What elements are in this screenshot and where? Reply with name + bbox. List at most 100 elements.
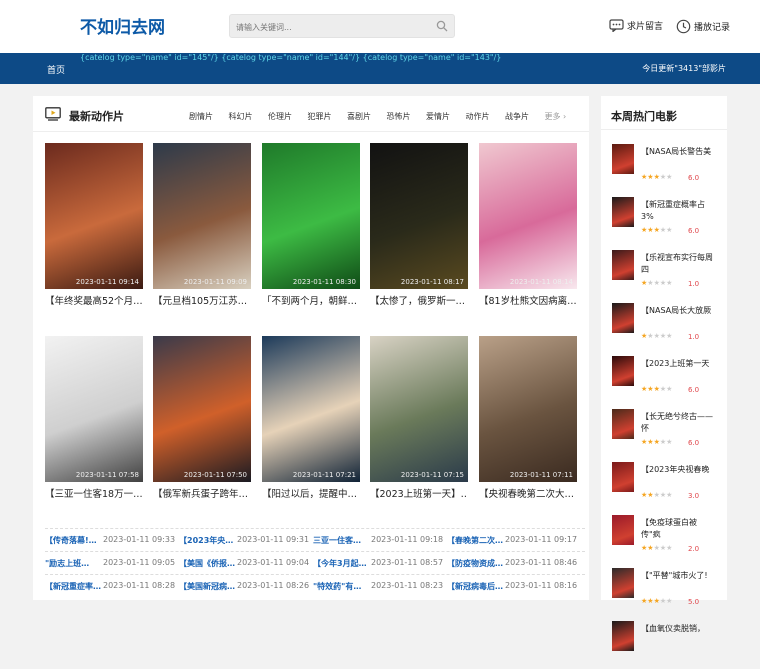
category-tab[interactable]: 犯罪片 — [308, 111, 348, 122]
movie-poster[interactable] — [612, 250, 634, 280]
movie-title[interactable]: 【免疫球蛋白被传"疯 — [641, 517, 715, 541]
video-card[interactable]: 2023-01-11 07:58 【三亚一住客18万一… — [45, 336, 143, 500]
news-title[interactable]: "特效药"有… — [313, 581, 369, 592]
news-title[interactable]: 【春晚第二次… — [447, 535, 503, 546]
video-thumbnail[interactable]: 2023-01-11 07:15 — [370, 336, 468, 482]
search-input[interactable] — [230, 16, 420, 39]
news-item[interactable]: 【新冠病毒后… 2023-01-11 08:16 — [447, 581, 577, 592]
video-card[interactable]: 2023-01-11 08:30 「不到两个月，朝鲜… — [262, 143, 360, 307]
hot-movie-item[interactable]: 【NASA局长大放厥 ★★★★★ 1.0 — [612, 303, 724, 351]
video-title[interactable]: 「不到两个月，朝鲜… — [262, 293, 360, 307]
video-title[interactable]: 【2023上班第一天】… — [370, 486, 468, 500]
video-card[interactable]: 2023-01-11 07:11 【央视春晚第二次大… — [479, 336, 577, 500]
history-link[interactable]: 播放记录 — [676, 19, 730, 34]
movie-poster[interactable] — [612, 462, 634, 492]
category-tab[interactable]: 剧情片 — [189, 111, 229, 122]
news-item[interactable]: 【美国《侨报… 2023-01-11 09:04 — [179, 558, 309, 569]
movie-poster[interactable] — [612, 356, 634, 386]
video-title[interactable]: 【元旦档105万江苏… — [153, 293, 251, 307]
video-title[interactable]: 【阳过以后，提醒中… — [262, 486, 360, 500]
news-title[interactable]: 【今年3月起… — [313, 558, 369, 569]
video-card[interactable]: 2023-01-11 08:17 【太惨了，俄罗斯一… — [370, 143, 468, 307]
category-tab[interactable]: 喜剧片 — [347, 111, 387, 122]
video-thumbnail[interactable]: 2023-01-11 08:30 — [262, 143, 360, 289]
nav-home[interactable]: 首页 — [47, 63, 65, 76]
hot-movie-item[interactable]: 【新冠重症概率占3% ★★★★★ 6.0 — [612, 197, 724, 245]
news-item[interactable]: 【今年3月起… 2023-01-11 08:57 — [313, 558, 443, 569]
news-item[interactable]: 【2023年央… 2023-01-11 09:31 — [179, 535, 309, 546]
news-title[interactable]: 【2023年央… — [179, 535, 235, 546]
hot-movie-item[interactable]: 【"平替"城市火了! ★★★★★ 5.0 — [612, 568, 724, 616]
news-item[interactable]: 【防疫物资成… 2023-01-11 08:46 — [447, 558, 577, 569]
news-item[interactable]: 三亚一住客… 2023-01-11 09:18 — [313, 535, 443, 546]
news-title[interactable]: 【新冠重症率… — [45, 581, 101, 592]
hot-movie-item[interactable]: 【长无绝兮终古——怀 ★★★★★ 6.0 — [612, 409, 724, 457]
video-card[interactable]: 2023-01-11 07:50 【俄军新兵蛋子跨年… — [153, 336, 251, 500]
hot-movie-item[interactable]: 【2023上班第一天 ★★★★★ 6.0 — [612, 356, 724, 404]
video-thumbnail[interactable]: 2023-01-11 07:11 — [479, 336, 577, 482]
video-title[interactable]: 【81岁杜熊文因病离… — [479, 293, 577, 307]
video-card[interactable]: 2023-01-11 08:14 【81岁杜熊文因病离… — [479, 143, 577, 307]
news-item[interactable]: 【春晚第二次… 2023-01-11 09:17 — [447, 535, 577, 546]
search-box[interactable] — [229, 14, 455, 39]
video-thumbnail[interactable]: 2023-01-11 09:09 — [153, 143, 251, 289]
hot-movie-item[interactable]: 【免疫球蛋白被传"疯 ★★★★★ 2.0 — [612, 515, 724, 563]
movie-title[interactable]: 【新冠重症概率占3% — [641, 199, 715, 223]
video-thumbnail[interactable]: 2023-01-11 08:17 — [370, 143, 468, 289]
category-tab[interactable]: 伦理片 — [268, 111, 308, 122]
search-icon[interactable] — [436, 20, 448, 32]
movie-poster[interactable] — [612, 568, 634, 598]
news-title[interactable]: 【美国新冠病… — [179, 581, 235, 592]
video-thumbnail[interactable]: 2023-01-11 07:21 — [262, 336, 360, 482]
video-title[interactable]: 【年终奖最高52个月… — [45, 293, 143, 307]
video-thumbnail[interactable]: 2023-01-11 09:14 — [45, 143, 143, 289]
movie-poster[interactable] — [612, 515, 634, 545]
site-logo[interactable]: 不如归去网 — [80, 13, 165, 38]
movie-title[interactable]: 【2023上班第一天 — [641, 358, 715, 370]
hot-movie-item[interactable]: 【NASA局长警告美 ★★★★★ 6.0 — [612, 144, 724, 192]
movie-title[interactable]: 【血氧仪卖脱销， — [641, 623, 715, 635]
request-link[interactable]: 求片留言 — [609, 19, 663, 32]
more-link[interactable]: 更多 › — [545, 111, 585, 122]
movie-title[interactable]: 【乐视宣布实行每周四 — [641, 252, 715, 276]
news-title[interactable]: 【传奇落幕!… — [45, 535, 101, 546]
news-title[interactable]: 【美国《侨报… — [179, 558, 235, 569]
video-title[interactable]: 【太惨了，俄罗斯一… — [370, 293, 468, 307]
category-tab[interactable]: 恐怖片 — [387, 111, 427, 122]
news-title[interactable]: 三亚一住客… — [313, 535, 369, 546]
news-item[interactable]: "励志上班… 2023-01-11 09:05 — [45, 558, 175, 569]
video-card[interactable]: 2023-01-11 09:09 【元旦档105万江苏… — [153, 143, 251, 307]
movie-title[interactable]: 【2023年央视春晚 — [641, 464, 715, 476]
movie-poster[interactable] — [612, 621, 634, 651]
video-card[interactable]: 2023-01-11 07:21 【阳过以后，提醒中… — [262, 336, 360, 500]
hot-movie-item[interactable]: 【血氧仪卖脱销， — [612, 621, 724, 669]
movie-title[interactable]: 【长无绝兮终古——怀 — [641, 411, 715, 435]
video-title[interactable]: 【俄军新兵蛋子跨年… — [153, 486, 251, 500]
video-thumbnail[interactable]: 2023-01-11 07:58 — [45, 336, 143, 482]
news-item[interactable]: "特效药"有… 2023-01-11 08:23 — [313, 581, 443, 592]
news-title[interactable]: "励志上班… — [45, 558, 101, 569]
movie-title[interactable]: 【NASA局长大放厥 — [641, 305, 715, 317]
movie-title[interactable]: 【NASA局长警告美 — [641, 146, 715, 158]
movie-poster[interactable] — [612, 409, 634, 439]
category-tab[interactable]: 战争片 — [505, 111, 545, 122]
news-title[interactable]: 【防疫物资成… — [447, 558, 503, 569]
hot-movie-item[interactable]: 【2023年央视春晚 ★★★★★ 3.0 — [612, 462, 724, 510]
video-thumbnail[interactable]: 2023-01-11 08:14 — [479, 143, 577, 289]
category-tab[interactable]: 动作片 — [466, 111, 506, 122]
video-card[interactable]: 2023-01-11 09:14 【年终奖最高52个月… — [45, 143, 143, 307]
news-title[interactable]: 【新冠病毒后… — [447, 581, 503, 592]
news-item[interactable]: 【新冠重症率… 2023-01-11 08:28 — [45, 581, 175, 592]
video-title[interactable]: 【三亚一住客18万一… — [45, 486, 143, 500]
movie-poster[interactable] — [612, 197, 634, 227]
video-card[interactable]: 2023-01-11 07:15 【2023上班第一天】… — [370, 336, 468, 500]
news-item[interactable]: 【传奇落幕!… 2023-01-11 09:33 — [45, 535, 175, 546]
movie-poster[interactable] — [612, 303, 634, 333]
hot-movie-item[interactable]: 【乐视宣布实行每周四 ★★★★★ 1.0 — [612, 250, 724, 298]
movie-title[interactable]: 【"平替"城市火了! — [641, 570, 715, 582]
movie-poster[interactable] — [612, 144, 634, 174]
news-item[interactable]: 【美国新冠病… 2023-01-11 08:26 — [179, 581, 309, 592]
video-title[interactable]: 【央视春晚第二次大… — [479, 486, 577, 500]
category-tab[interactable]: 爱情片 — [426, 111, 466, 122]
video-thumbnail[interactable]: 2023-01-11 07:50 — [153, 336, 251, 482]
